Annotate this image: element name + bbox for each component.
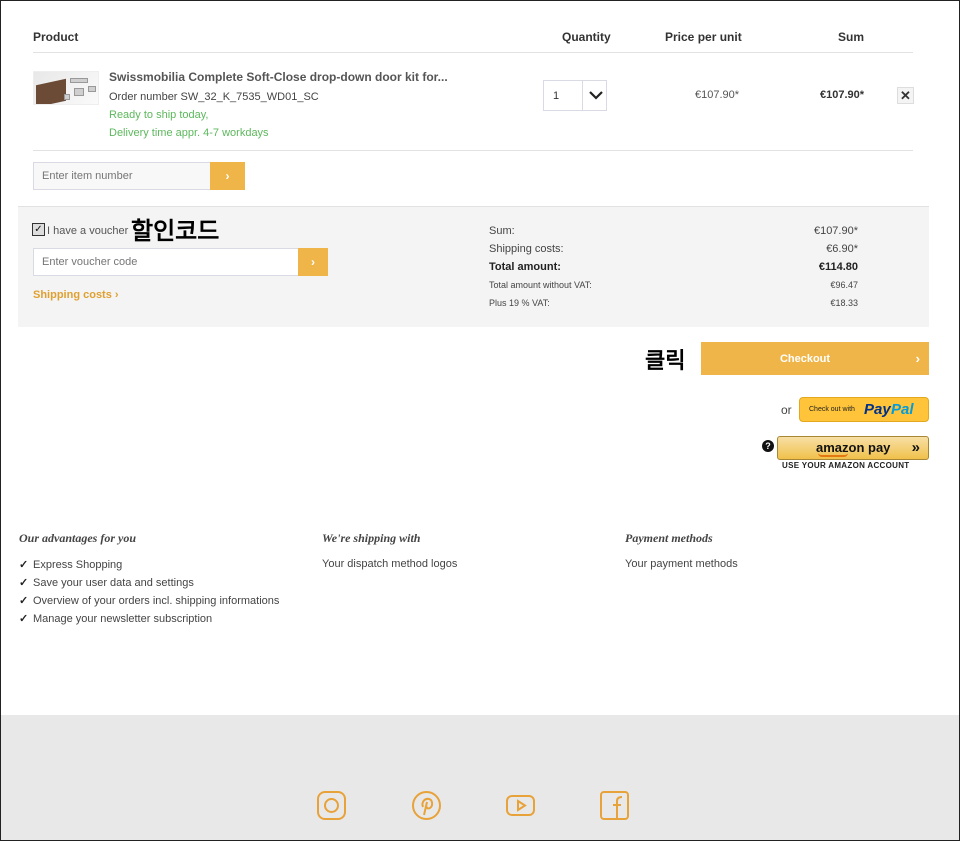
checkmark-icon: ✓ — [19, 559, 29, 571]
help-icon[interactable]: ? — [762, 440, 774, 452]
list-item: ✓ Overview of your orders incl. shipping … — [19, 595, 280, 607]
payment-col-title: Payment methods — [625, 531, 713, 545]
quantity-select[interactable]: 1 — [543, 80, 607, 111]
shipping-col-title: We're shipping with — [322, 531, 421, 545]
summary-net-label: Total amount without VAT: — [489, 280, 592, 290]
add-item-button[interactable]: › — [210, 162, 245, 190]
voucher-checkbox-label[interactable]: I have a voucher — [47, 225, 128, 237]
summary-sum-value: €107.90* — [813, 225, 858, 237]
summary-total-label: Total amount: — [489, 261, 561, 273]
pinterest-icon[interactable] — [411, 790, 442, 821]
remove-item-button[interactable]: ✕ — [897, 87, 914, 104]
divider — [33, 52, 913, 53]
header-price-per-unit: Price per unit — [665, 30, 742, 44]
item-number-input[interactable] — [33, 162, 211, 190]
header-sum: Sum — [838, 30, 865, 44]
summary-vat-value: €18.33 — [830, 298, 858, 308]
summary-total-value: €114.80 — [818, 261, 858, 273]
divider — [33, 150, 913, 151]
checkout-button[interactable]: Checkout › — [701, 342, 929, 375]
voucher-code-input[interactable] — [33, 248, 299, 276]
shipping-costs-link[interactable]: Shipping costs › — [33, 289, 119, 301]
list-item: ✓ Express Shopping — [19, 559, 123, 571]
payment-col-text: Your payment methods — [625, 558, 738, 570]
amazon-pay-button[interactable]: amazon pay » — [777, 436, 929, 460]
double-chevron-right-icon: » — [911, 439, 920, 456]
close-icon: ✕ — [900, 88, 911, 103]
summary-net-value: €96.47 — [830, 280, 858, 290]
voucher-checkbox[interactable]: ✓ — [32, 223, 45, 236]
summary-sum-label: Sum: — [489, 225, 515, 237]
summary-shipping-value: €6.90* — [826, 243, 858, 255]
annotation-click: 클릭 — [645, 349, 686, 374]
checkmark-icon: ✓ — [19, 577, 29, 589]
checkout-label: Checkout — [779, 353, 831, 365]
summary-vat-label: Plus 19 % VAT: — [489, 298, 550, 308]
youtube-icon[interactable] — [505, 793, 536, 818]
facebook-icon[interactable] — [599, 790, 630, 821]
voucher-submit-button[interactable]: › — [298, 248, 328, 276]
header-product: Product — [33, 30, 79, 44]
order-number: Order number SW_32_K_7535_WD01_SC — [109, 91, 319, 103]
list-item: ✓ Save your user data and settings — [19, 577, 194, 589]
product-image[interactable] — [33, 71, 99, 105]
chevron-right-icon: › — [114, 289, 119, 301]
annotation-discount-code: 할인코드 — [131, 217, 220, 245]
paypal-logo: Pay — [864, 401, 891, 418]
chevron-down-icon — [588, 87, 604, 108]
chevron-right-icon: › — [915, 351, 920, 366]
unit-price: €107.90* — [695, 89, 740, 101]
paypal-checkout-button[interactable]: Check out with Pay Pal — [799, 397, 929, 422]
checkmark-icon: ✓ — [19, 595, 29, 607]
delivery-time: Delivery time appr. 4-7 workdays — [109, 127, 269, 139]
shipping-col-text: Your dispatch method logos — [322, 558, 458, 570]
stock-status: Ready to ship today, — [109, 109, 209, 121]
advantages-title: Our advantages for you — [19, 531, 137, 545]
instagram-icon[interactable] — [316, 790, 347, 821]
quantity-value: 1 — [553, 90, 560, 102]
amazon-pay-subtitle: USE YOUR AMAZON ACCOUNT — [782, 461, 910, 470]
checkmark-icon: ✓ — [19, 613, 29, 625]
or-label: or — [781, 403, 792, 417]
summary-shipping-label: Shipping costs: — [489, 243, 564, 255]
product-name-link[interactable]: Swissmobilia Complete Soft-Close drop-do… — [109, 70, 448, 84]
chevron-right-icon: › — [311, 255, 315, 269]
chevron-right-icon: › — [225, 169, 230, 183]
list-item: ✓ Manage your newsletter subscription — [19, 613, 213, 625]
footer — [1, 715, 959, 840]
line-total: €107.90* — [820, 89, 865, 101]
header-quantity: Quantity — [562, 30, 611, 44]
